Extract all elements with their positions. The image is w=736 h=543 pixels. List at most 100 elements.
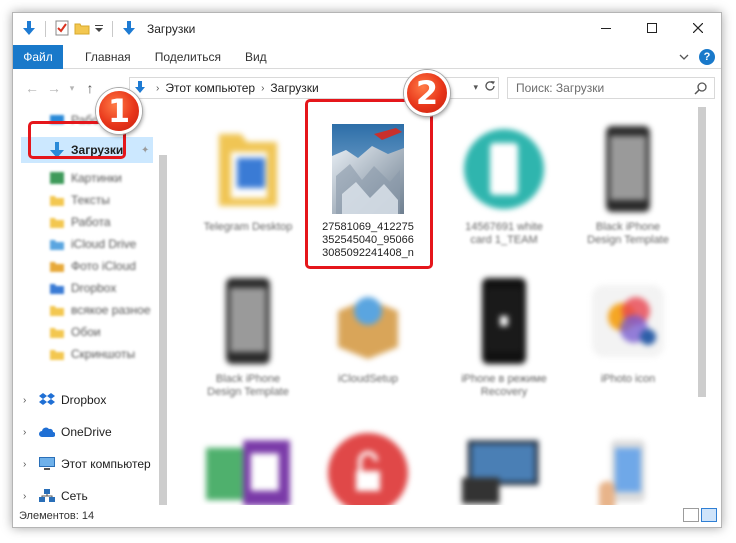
nav-item-label: iCloud Drive: [71, 237, 137, 251]
nav-item-label: OneDrive: [61, 425, 112, 439]
navigation-pane: Рабоч Загрузки ✦ Картинки Тексты Работа …: [13, 107, 173, 505]
file-tile-icloudsetup[interactable]: iCloudSetup: [321, 273, 415, 386]
nav-item-pictures[interactable]: Картинки: [49, 167, 122, 189]
folder-icon: [49, 214, 65, 230]
nav-item-label: Dropbox: [61, 393, 107, 407]
file-tile-telegram[interactable]: Telegram Desktop: [201, 121, 295, 234]
breadcrumb-downloads[interactable]: Загрузки: [270, 81, 318, 95]
nav-scrollbar-thumb[interactable]: [159, 155, 167, 505]
nav-item-label: Сеть: [61, 489, 88, 503]
tab-file[interactable]: Файл: [13, 44, 63, 69]
up-arrow-icon[interactable]: ↑: [79, 80, 101, 96]
expand-chevron-icon[interactable]: ›: [23, 491, 26, 502]
nav-item-icloud-photos[interactable]: Фото iCloud: [49, 255, 136, 277]
tab-home[interactable]: Главная: [73, 50, 143, 64]
folder-icon: [206, 121, 290, 217]
window-title: Загрузки: [147, 22, 196, 36]
refresh-icon[interactable]: [484, 80, 496, 95]
expand-chevron-icon[interactable]: ›: [23, 459, 26, 470]
nav-item-label: Dropbox: [71, 281, 117, 295]
nav-item-label: Скриншоты: [71, 347, 136, 361]
nav-item-screenshots[interactable]: Скриншоты: [49, 343, 135, 365]
nav-item-dropbox-pinned[interactable]: Dropbox: [49, 277, 116, 299]
properties-icon[interactable]: [54, 20, 70, 39]
help-icon[interactable]: ?: [699, 49, 715, 65]
callout-badge-1: 1: [96, 88, 142, 134]
dropbox-icon: [39, 392, 55, 408]
file-tile-hand-phone[interactable]: [581, 425, 675, 505]
breadcrumb-this-pc[interactable]: Этот компьютер: [165, 81, 255, 95]
hand-phone-thumbnail: [586, 425, 670, 505]
customize-toolbar-icon[interactable]: [94, 20, 104, 39]
file-tile-onenote[interactable]: [201, 425, 295, 505]
breadcrumb-chevron-icon[interactable]: ›: [261, 83, 264, 94]
nav-scrollbar[interactable]: [157, 107, 169, 505]
back-arrow-icon[interactable]: ←: [21, 80, 43, 96]
dropbox-icon: [49, 280, 65, 296]
file-caption: Black iPhone Design Template: [587, 221, 669, 246]
nav-item-label: Обои: [71, 325, 101, 339]
nav-item-work[interactable]: Работа: [49, 211, 111, 233]
icloud-icon: [49, 236, 65, 252]
folder-icon: [49, 302, 65, 318]
computer-icon: [39, 456, 55, 472]
recent-dropdown-icon[interactable]: ▾: [65, 83, 79, 94]
expand-chevron-icon[interactable]: ›: [23, 395, 26, 406]
file-tile-devices[interactable]: [457, 425, 551, 505]
breadcrumb-chevron-icon[interactable]: ›: [156, 83, 159, 94]
tab-share[interactable]: Поделиться: [143, 50, 233, 64]
nav-root-onedrive[interactable]: OneDrive: [39, 421, 112, 443]
nav-root-dropbox[interactable]: Dropbox: [39, 389, 106, 411]
expand-chevron-icon[interactable]: ›: [23, 427, 26, 438]
address-dropdown-icon[interactable]: ▾: [473, 82, 478, 93]
content-scrollbar-thumb[interactable]: [698, 107, 706, 397]
onedrive-cloud-icon: [39, 424, 55, 440]
expand-ribbon-icon[interactable]: [679, 50, 689, 64]
nav-item-label: Тексты: [71, 193, 110, 207]
nav-item-misc[interactable]: всякое разное: [49, 299, 151, 321]
pictures-icon: [49, 170, 65, 186]
close-button[interactable]: [675, 13, 721, 43]
nav-item-texts[interactable]: Тексты: [49, 189, 110, 211]
file-caption: 14567691 white card 1_TEAM: [465, 221, 543, 246]
ribbon-right: ?: [679, 49, 715, 65]
search-icon[interactable]: [694, 81, 708, 98]
address-controls: ▾: [473, 80, 496, 95]
file-tile-iphone-2[interactable]: Black iPhone Design Template: [201, 273, 295, 399]
search-input[interactable]: Поиск: Загрузки: [507, 77, 715, 99]
large-icons-view-icon[interactable]: [701, 508, 717, 522]
forward-arrow-icon[interactable]: →: [43, 80, 65, 96]
photos-icon: [49, 258, 65, 274]
minimize-button[interactable]: [583, 13, 629, 43]
phone-thumbnail: [586, 121, 670, 217]
content-scrollbar[interactable]: [695, 107, 709, 505]
file-tile-iphone-1[interactable]: Black iPhone Design Template: [581, 121, 675, 247]
onenote-thumbnail: [206, 425, 290, 505]
pin-icon[interactable]: ✦: [141, 145, 149, 156]
file-tile-iphone-recovery[interactable]: iPhone в режиме Recovery: [457, 273, 551, 399]
quick-access-toolbar: Загрузки: [21, 20, 195, 39]
file-tile-unlock[interactable]: [321, 425, 415, 505]
items-count: Элементов: 14: [19, 510, 95, 522]
nav-item-wallpapers[interactable]: Обои: [49, 321, 101, 343]
tab-view[interactable]: Вид: [233, 50, 279, 64]
download-arrow-icon[interactable]: [21, 20, 37, 39]
nav-root-network[interactable]: Сеть: [39, 485, 88, 505]
ribbon-tabs: Файл Главная Поделиться Вид ?: [13, 44, 721, 69]
folder-icon: [49, 324, 65, 340]
details-view-icon[interactable]: [683, 508, 699, 522]
file-list: Telegram Desktop 27581069_412275 3525450…: [173, 107, 709, 505]
folder-icon: [49, 192, 65, 208]
maximize-button[interactable]: [629, 13, 675, 43]
title-folder-icon: [121, 20, 137, 39]
file-tile-card[interactable]: 14567691 white card 1_TEAM: [457, 121, 551, 247]
nav-item-label: Этот компьютер: [61, 457, 151, 471]
status-bar: Элементов: 14: [13, 505, 721, 527]
title-bar: Загрузки: [13, 13, 721, 45]
file-caption: iPhoto icon: [600, 373, 656, 385]
file-tile-iphoto[interactable]: iPhoto icon: [581, 273, 675, 386]
nav-item-icloud-drive[interactable]: iCloud Drive: [49, 233, 136, 255]
image-thumbnail: [462, 121, 546, 217]
new-folder-icon[interactable]: [74, 20, 90, 39]
nav-root-this-pc[interactable]: Этот компьютер: [39, 453, 151, 475]
